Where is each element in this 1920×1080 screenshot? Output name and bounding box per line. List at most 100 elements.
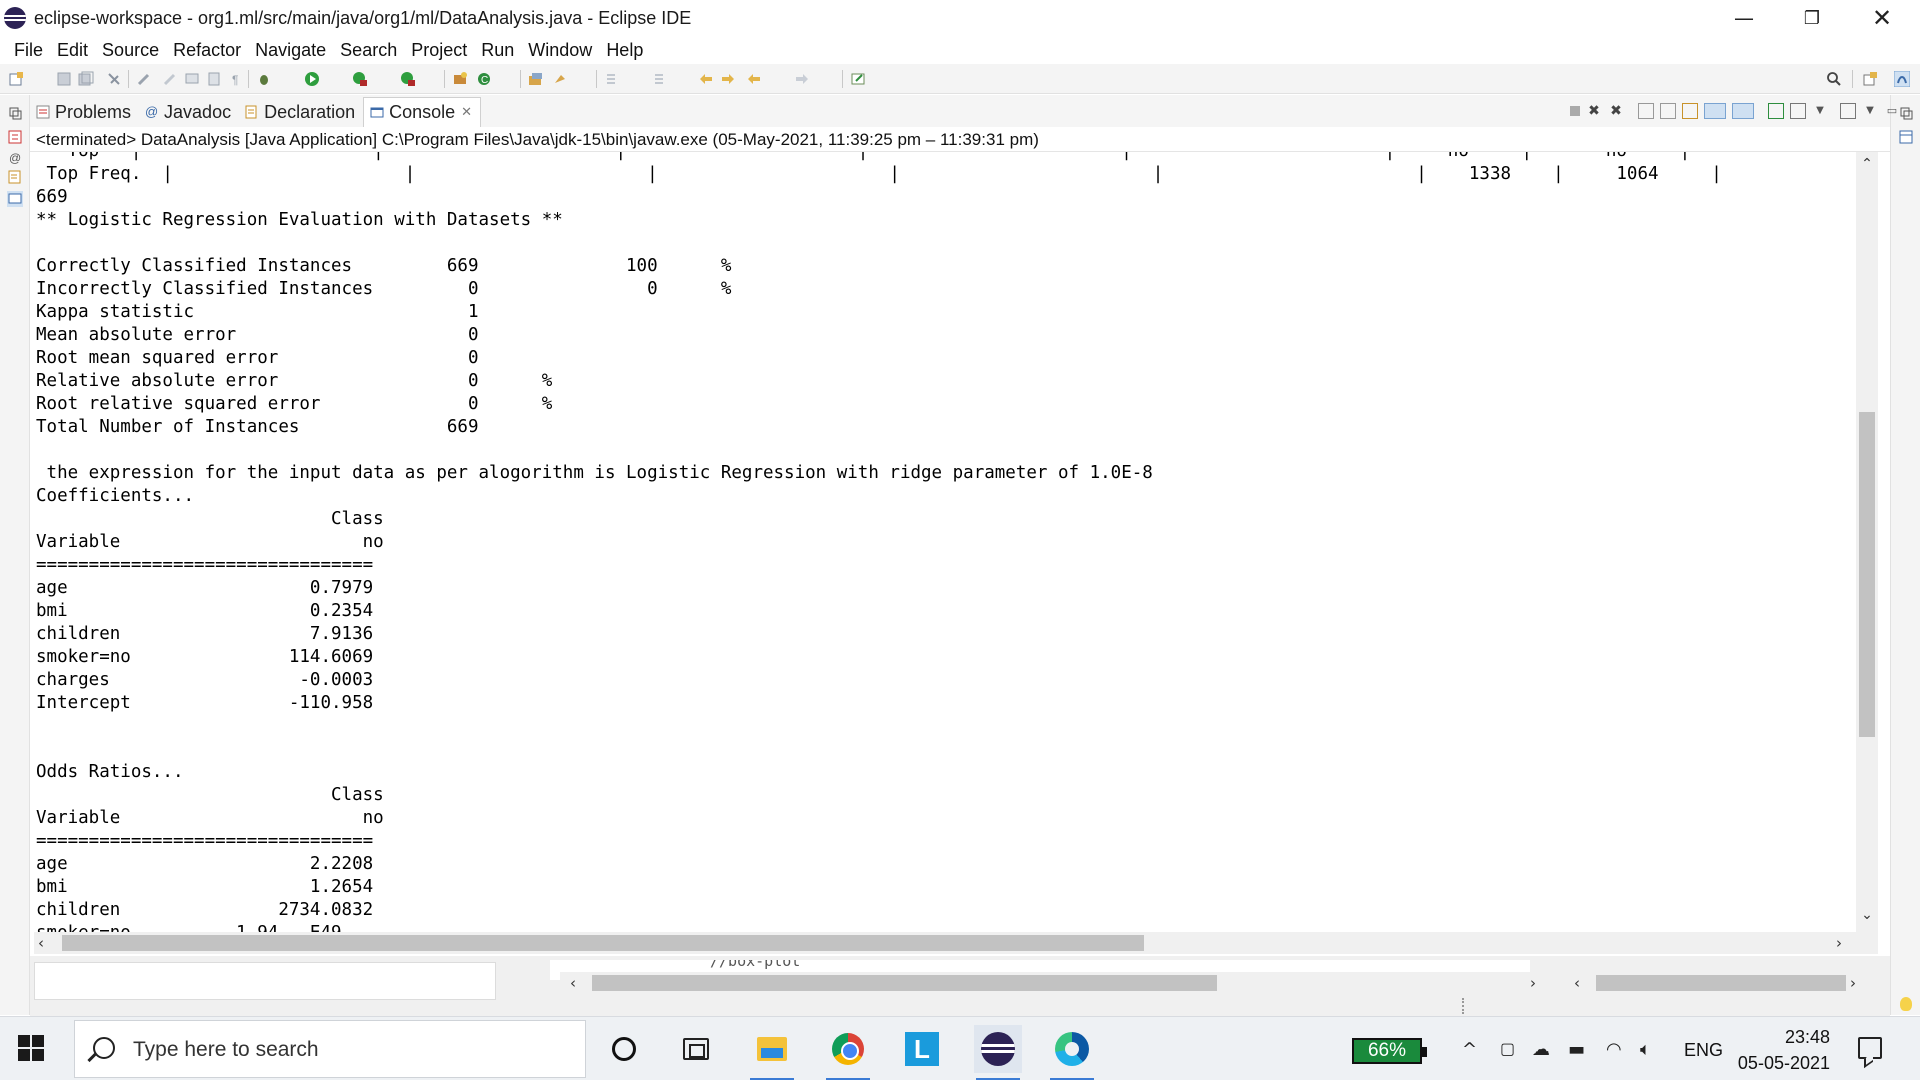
- display-console-icon[interactable]: [1790, 103, 1806, 119]
- menu-search[interactable]: Search: [333, 40, 404, 61]
- outline-scroll-thumb[interactable]: [1596, 975, 1846, 991]
- onedrive-cloud-icon[interactable]: ☁: [1532, 1039, 1550, 1060]
- new-icon[interactable]: [8, 71, 24, 87]
- task-view-button[interactable]: [672, 1025, 720, 1073]
- last-edit-icon[interactable]: [698, 71, 714, 87]
- horizontal-scroll-thumb[interactable]: [62, 935, 1144, 951]
- package-explorer-icon[interactable]: [7, 129, 23, 145]
- horizontal-scrollbar[interactable]: ‹ ›: [34, 932, 1878, 954]
- show-on-stdout-icon[interactable]: [1704, 103, 1726, 119]
- tip-lightbulb-icon[interactable]: [1900, 997, 1912, 1011]
- edit-icon[interactable]: [136, 71, 152, 87]
- cortana-button[interactable]: [600, 1025, 648, 1073]
- external-tools-icon[interactable]: [400, 71, 416, 87]
- battery-percentage-badge[interactable]: 66%: [1352, 1038, 1427, 1064]
- doc-icon[interactable]: [206, 71, 222, 87]
- meet-now-icon[interactable]: ▢: [1500, 1039, 1515, 1058]
- edge-button[interactable]: [1048, 1025, 1096, 1080]
- toggle-mark-icon[interactable]: [106, 71, 122, 87]
- menu-project[interactable]: Project: [404, 40, 474, 61]
- tab-console[interactable]: Console ✕: [363, 97, 482, 127]
- paragraph-icon[interactable]: ¶: [228, 71, 244, 87]
- editor-scroll-thumb[interactable]: [592, 975, 1217, 991]
- file-explorer-button[interactable]: [748, 1025, 796, 1080]
- next-annotation-icon[interactable]: [604, 71, 620, 87]
- restore-icon[interactable]: [7, 105, 23, 121]
- menu-help[interactable]: Help: [599, 40, 650, 61]
- forward-icon[interactable]: [794, 71, 810, 87]
- notification-center-icon[interactable]: [1858, 1037, 1882, 1059]
- comment-icon[interactable]: [184, 71, 200, 87]
- chevron-down-icon[interactable]: ▼: [1862, 103, 1878, 119]
- tab-declaration[interactable]: Declaration: [239, 97, 363, 127]
- restore-button[interactable]: ❐: [1778, 0, 1846, 36]
- chevron-down-icon[interactable]: ▼: [1812, 103, 1828, 119]
- declaration-trim-icon[interactable]: [7, 169, 23, 185]
- console-trim-icon[interactable]: [7, 191, 23, 207]
- pen-icon[interactable]: [162, 71, 178, 87]
- open-type-icon[interactable]: [528, 71, 544, 87]
- menu-edit[interactable]: Edit: [50, 40, 95, 61]
- back-icon[interactable]: [746, 71, 762, 87]
- terminate-icon[interactable]: [1570, 106, 1580, 116]
- menu-window[interactable]: Window: [521, 40, 599, 61]
- close-tab-icon[interactable]: ✕: [461, 105, 472, 120]
- vertical-scroll-thumb[interactable]: [1859, 412, 1875, 737]
- volume-icon[interactable]: 🔈︎: [1640, 1039, 1651, 1060]
- open-perspective-icon[interactable]: [1862, 71, 1878, 87]
- remove-launch-icon[interactable]: ✖: [1586, 103, 1602, 119]
- eclipse-taskbar-button[interactable]: [974, 1025, 1022, 1080]
- run-icon[interactable]: [304, 71, 320, 87]
- debug-icon[interactable]: [256, 71, 272, 87]
- scroll-left-icon[interactable]: ‹: [1574, 972, 1580, 994]
- new-java-package-icon[interactable]: [452, 71, 468, 87]
- restore-right-icon[interactable]: [1898, 105, 1914, 121]
- word-wrap-icon[interactable]: [1682, 103, 1698, 119]
- tab-problems[interactable]: Problems: [30, 97, 139, 127]
- forward-edit-icon[interactable]: [720, 71, 736, 87]
- search-toolbar-icon[interactable]: [552, 71, 568, 87]
- minimize-view-icon[interactable]: ▭: [1884, 103, 1900, 119]
- scroll-left-icon[interactable]: ‹: [570, 972, 576, 994]
- scroll-left-icon[interactable]: ‹: [38, 932, 56, 954]
- menu-refactor[interactable]: Refactor: [166, 40, 248, 61]
- outline-trim-icon[interactable]: [1898, 129, 1914, 145]
- windows-start-icon[interactable]: [18, 1035, 44, 1061]
- close-button[interactable]: ✕: [1848, 0, 1916, 36]
- chrome-button[interactable]: [824, 1025, 872, 1080]
- clear-console-icon[interactable]: [1638, 103, 1654, 119]
- clock-date[interactable]: 05-05-2021: [1730, 1053, 1830, 1074]
- menu-file[interactable]: File: [7, 40, 50, 61]
- scroll-right-icon[interactable]: ›: [1850, 972, 1856, 994]
- l-app-button[interactable]: L: [898, 1025, 946, 1073]
- taskbar-search-box[interactable]: Type here to search: [74, 1020, 586, 1078]
- editor-horizontal-scrollbar[interactable]: ‹ ›: [560, 972, 1550, 994]
- coverage-icon[interactable]: [352, 71, 368, 87]
- scroll-lock-icon[interactable]: [1660, 103, 1676, 119]
- search-icon[interactable]: [1826, 71, 1842, 87]
- scroll-down-icon[interactable]: ⌄: [1856, 907, 1878, 927]
- clock-time[interactable]: 23:48: [1730, 1027, 1830, 1048]
- menu-source[interactable]: Source: [95, 40, 166, 61]
- scroll-up-icon[interactable]: ⌃: [1856, 156, 1878, 176]
- at-icon[interactable]: @: [7, 149, 23, 165]
- console-output-area[interactable]: Top | | | | | | no | no | Top Freq. | |: [34, 152, 1856, 932]
- outline-horizontal-scrollbar[interactable]: ‹ ›: [1570, 972, 1862, 994]
- menu-navigate[interactable]: Navigate: [248, 40, 333, 61]
- wifi-icon[interactable]: ◠: [1606, 1039, 1622, 1060]
- save-all-icon[interactable]: [78, 71, 94, 87]
- java-perspective-icon[interactable]: [1894, 71, 1910, 87]
- previous-annotation-icon[interactable]: [652, 71, 668, 87]
- input-language[interactable]: ENG: [1684, 1040, 1723, 1061]
- tab-javadoc[interactable]: @ Javadoc: [139, 97, 239, 127]
- left-pane[interactable]: [34, 962, 496, 1000]
- menu-run[interactable]: Run: [474, 40, 521, 61]
- vertical-scrollbar[interactable]: ⌃ ⌄: [1856, 152, 1878, 932]
- pin-console-icon[interactable]: [1768, 103, 1784, 119]
- scroll-right-icon[interactable]: ›: [1836, 932, 1854, 954]
- chevron-up-icon[interactable]: ^: [1462, 1039, 1477, 1060]
- minimize-button[interactable]: —: [1710, 0, 1778, 36]
- pin-editor-icon[interactable]: [850, 71, 866, 87]
- show-on-stderr-icon[interactable]: [1732, 103, 1754, 119]
- new-java-class-icon[interactable]: C: [476, 71, 492, 87]
